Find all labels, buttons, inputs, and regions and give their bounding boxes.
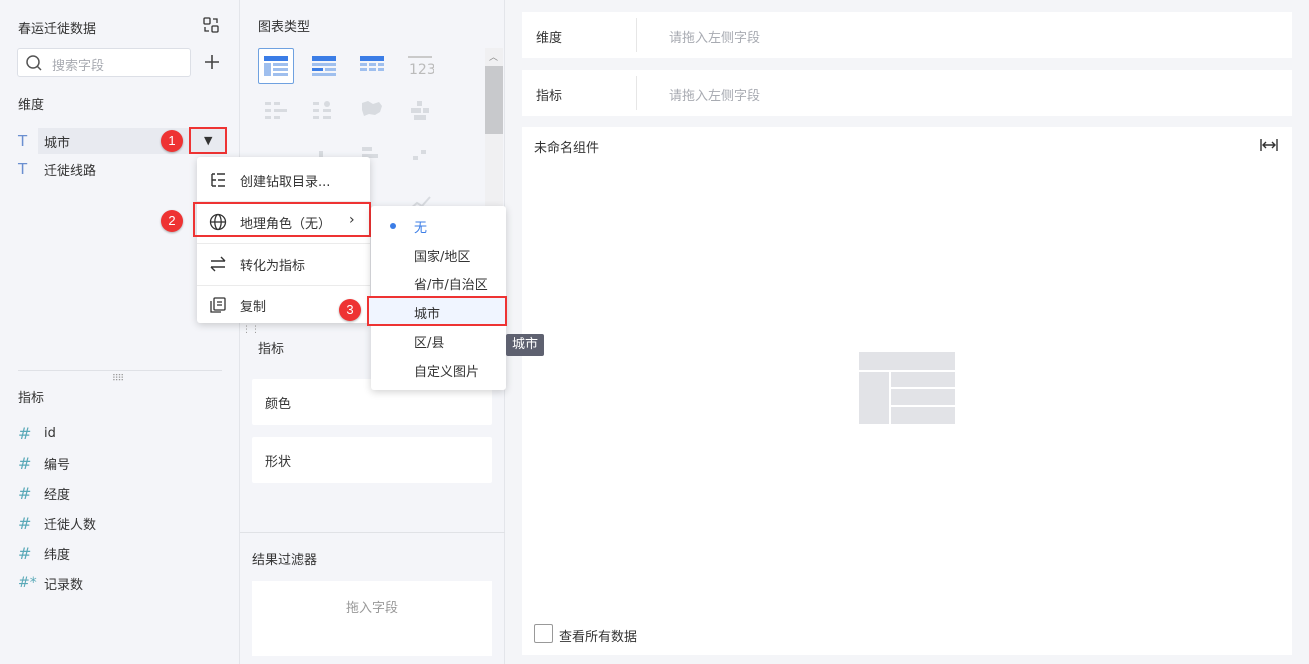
menu-item-create-drill[interactable]: 创建钻取目录... <box>197 161 370 197</box>
menu-item-convert-metric[interactable]: 转化为指标 <box>197 245 370 281</box>
geo-option-province[interactable]: 省/市/自治区 <box>371 268 506 297</box>
kpi-number-icon[interactable]: 123 <box>402 48 438 84</box>
fit-width-icon[interactable] <box>1259 138 1279 156</box>
step-badge-2: 2 <box>161 210 183 232</box>
metric-field-latitude[interactable]: # 纬度 <box>18 541 228 565</box>
geo-option-custom-image[interactable]: 自定义图片 <box>371 355 506 384</box>
filter-divider <box>240 532 505 533</box>
metric-field-id[interactable]: # id <box>18 421 228 445</box>
geo-role-highlight-box <box>193 202 371 237</box>
number-type-icon: # <box>18 453 32 473</box>
metric-field-longitude[interactable]: # 经度 <box>18 481 228 505</box>
number-type-icon: # <box>18 483 32 503</box>
map-chart-icon[interactable] <box>354 92 390 128</box>
waterfall-chart-icon[interactable] <box>402 138 438 174</box>
empty-table-placeholder <box>859 352 955 424</box>
text-type-icon: T <box>18 132 28 150</box>
resize-grip-icon[interactable]: ⠿⠿ <box>112 374 124 384</box>
tooltip: 城市 <box>506 334 545 356</box>
add-field-button[interactable] <box>202 52 222 72</box>
chart-type-label: 图表类型 <box>258 20 311 35</box>
metric-shelf-label: 指标 <box>258 342 285 357</box>
text-type-icon: T <box>18 160 28 178</box>
panel-divider <box>18 370 222 371</box>
group-table-icon[interactable] <box>306 48 342 84</box>
caret-down-icon: ▼ <box>204 134 213 147</box>
selected-dot-icon <box>390 223 396 229</box>
geo-option-none[interactable]: 无 <box>371 211 506 240</box>
geo-option-district[interactable]: 区/县 <box>371 326 506 355</box>
view-all-data-checkbox[interactable] <box>534 624 553 643</box>
drag-handle-icon[interactable]: ⋮⋮ <box>242 325 260 335</box>
dimensions-label: 维度 <box>18 98 45 113</box>
field-dropdown-button[interactable]: ▼ <box>189 127 227 154</box>
dot-matrix-chart-icon[interactable] <box>306 92 342 128</box>
copy-icon <box>209 296 227 314</box>
metric-field-record-count[interactable]: #* 记录数 <box>18 571 228 595</box>
heatmap-chart-icon[interactable] <box>258 92 294 128</box>
search-placeholder: 搜索字段 <box>52 59 105 74</box>
step-badge-1: 1 <box>161 130 183 152</box>
step-badge-3: 3 <box>339 299 361 321</box>
number-type-icon: # <box>18 543 32 563</box>
calculated-number-icon: #* <box>18 575 37 591</box>
number-type-icon: # <box>18 423 32 443</box>
shape-drop-zone[interactable]: 形状 <box>252 437 492 483</box>
stacked-bar-icon[interactable] <box>402 92 438 128</box>
metric-shelf[interactable]: 指标 请拖入左侧字段 <box>522 70 1292 116</box>
geo-option-country[interactable]: 国家/地区 <box>371 240 506 269</box>
geo-option-city[interactable]: 城市 <box>367 296 507 326</box>
table-chart-icon[interactable] <box>258 48 294 84</box>
view-all-data-label: 查看所有数据 <box>559 630 638 645</box>
switch-dataset-icon[interactable] <box>202 16 220 34</box>
filter-drop-zone[interactable]: 拖入字段 <box>252 581 492 656</box>
dataset-title: 春运迁徙数据 <box>18 22 97 37</box>
scroll-thumb[interactable] <box>485 66 503 134</box>
detail-table-icon[interactable] <box>354 48 390 84</box>
convert-icon <box>209 255 227 273</box>
search-field[interactable]: 搜索字段 <box>17 48 191 77</box>
drill-tree-icon <box>209 171 227 189</box>
field-context-menu: 创建钻取目录... 地理角色（无） › 转化为指标 复制 <box>197 157 370 323</box>
svg-text:123: 123 <box>409 62 434 77</box>
scroll-up-icon[interactable]: ︿ <box>489 50 498 63</box>
search-icon <box>26 55 42 71</box>
result-filter-label: 结果过滤器 <box>252 553 318 568</box>
metric-field-number[interactable]: # 编号 <box>18 451 228 475</box>
metrics-label: 指标 <box>18 391 45 406</box>
dimension-shelf[interactable]: 维度 请拖入左侧字段 <box>522 12 1292 58</box>
number-type-icon: # <box>18 513 32 533</box>
component-title[interactable]: 未命名组件 <box>534 137 599 156</box>
metric-field-migrants[interactable]: # 迁徙人数 <box>18 511 228 535</box>
